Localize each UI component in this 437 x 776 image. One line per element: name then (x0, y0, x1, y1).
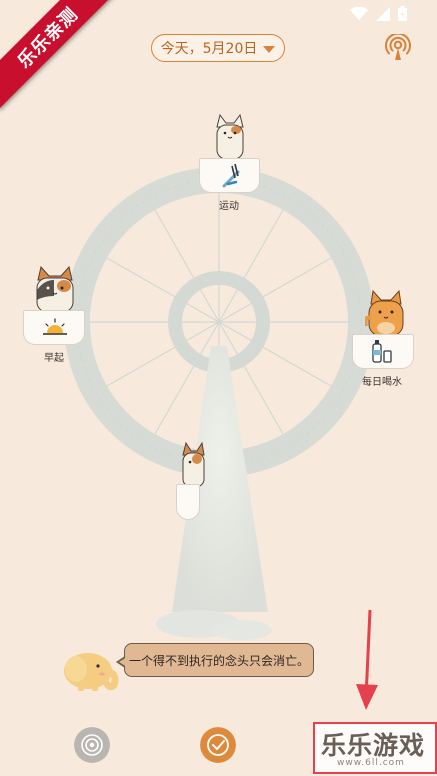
quote-text: 一个得不到执行的念头只会消亡。 (128, 653, 309, 668)
sunrise-icon (43, 318, 67, 335)
elephant-mascot-icon (64, 653, 119, 691)
focus-target-button[interactable] (74, 727, 110, 763)
water-bottle-icon (372, 340, 392, 363)
quote-bubble: 一个得不到执行的念头只会消亡。 (116, 643, 314, 677)
check-in-button[interactable] (200, 727, 236, 763)
cat-icon (182, 441, 205, 487)
habit-label: 早起 (44, 353, 64, 364)
watermark-title: 乐乐游戏 (321, 731, 426, 760)
cat-icon (365, 290, 404, 336)
habit-label: 每日喝水 (362, 377, 402, 388)
watermark: 乐乐游戏 www.6ll.com (313, 722, 437, 774)
exercise-icon (222, 163, 240, 188)
watermark-subtitle: www.6ll.com (337, 758, 405, 768)
annotation-arrow-icon (356, 609, 378, 710)
cat-icon (36, 266, 74, 312)
habit-label: 运动 (219, 201, 239, 212)
cat-icon (216, 113, 244, 159)
